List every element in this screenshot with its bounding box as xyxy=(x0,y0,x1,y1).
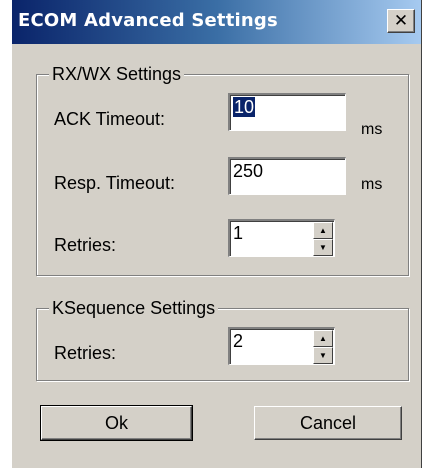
spin-up-icon: ▲ xyxy=(319,225,327,235)
window-title: ECOM Advanced Settings xyxy=(18,10,278,31)
resp-timeout-label: Resp. Timeout: xyxy=(54,173,176,193)
spin-up-icon: ▲ xyxy=(319,333,327,343)
resp-timeout-field[interactable]: 250 xyxy=(228,157,346,195)
spin-up-button[interactable]: ▲ xyxy=(313,330,333,347)
spin-up-button[interactable]: ▲ xyxy=(313,222,333,239)
ksequence-retries-spin-buttons: ▲ ▼ xyxy=(313,330,333,364)
rxwx-settings-legend: RX/WX Settings xyxy=(49,64,185,84)
spin-down-button[interactable]: ▼ xyxy=(313,239,333,256)
ack-timeout-value: 10 xyxy=(233,97,256,117)
cancel-button[interactable]: Cancel xyxy=(254,406,402,440)
rxwx-retries-spin-buttons: ▲ ▼ xyxy=(313,222,333,256)
ksequence-retries-label: Retries: xyxy=(54,343,117,363)
close-button[interactable]: ✕ xyxy=(387,9,415,33)
spin-down-button[interactable]: ▼ xyxy=(313,347,333,364)
resp-timeout-unit: ms xyxy=(361,176,383,193)
title-bar[interactable]: ECOM Advanced Settings ✕ xyxy=(12,0,421,44)
spin-down-icon: ▼ xyxy=(319,242,327,252)
ack-timeout-unit: ms xyxy=(361,121,383,138)
rxwx-retries-value: 1 xyxy=(233,223,244,243)
settings-dialog: ECOM Advanced Settings ✕ RX/WX Settings … xyxy=(11,0,422,468)
rxwx-retries-label: Retries: xyxy=(54,235,117,255)
spin-down-icon: ▼ xyxy=(319,350,327,360)
resp-timeout-value: 250 xyxy=(233,161,264,181)
ok-button-label: Ok xyxy=(104,412,128,433)
ksequence-retries-value: 2 xyxy=(233,331,244,351)
close-icon: ✕ xyxy=(393,11,409,31)
cancel-button-label: Cancel xyxy=(299,412,357,433)
ksequence-settings-legend: KSequence Settings xyxy=(49,298,219,318)
ksequence-retries-spinner[interactable]: 2 ▲ ▼ xyxy=(228,327,335,365)
ack-timeout-field[interactable]: 10 xyxy=(228,93,346,131)
rxwx-retries-spinner[interactable]: 1 ▲ ▼ xyxy=(228,219,335,257)
ack-timeout-label: ACK Timeout: xyxy=(54,109,166,129)
ok-button[interactable]: Ok xyxy=(40,405,193,441)
